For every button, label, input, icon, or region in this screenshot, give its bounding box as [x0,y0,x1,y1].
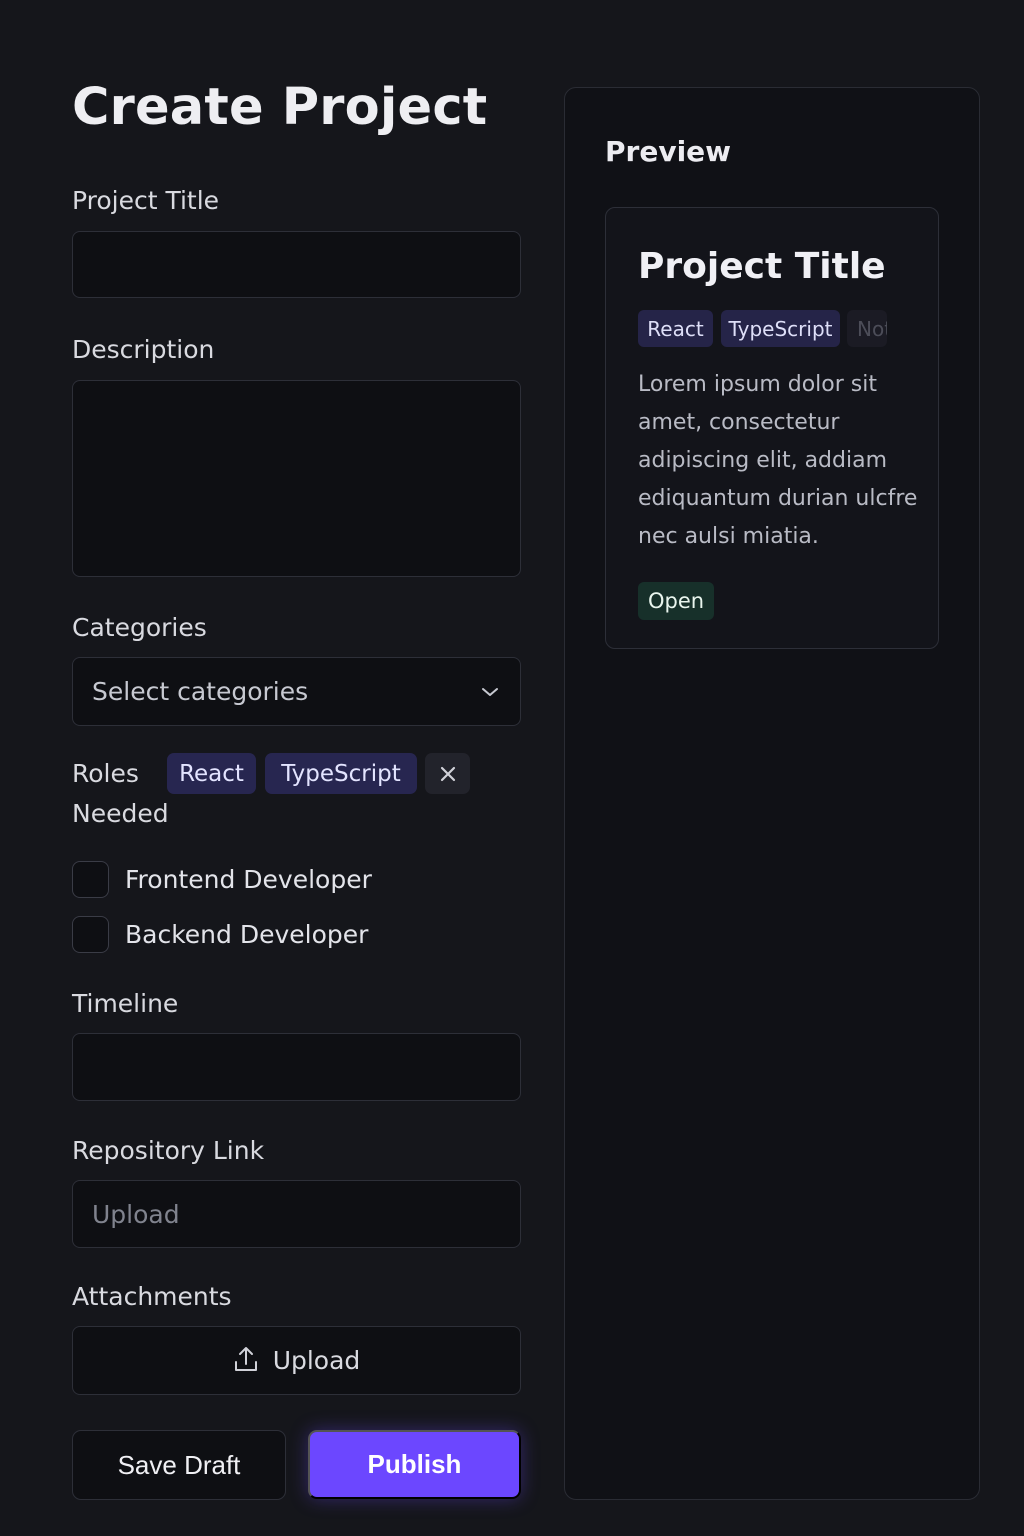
attachments-label: Attachments [72,1282,232,1311]
repository-link-label: Repository Link [72,1136,265,1165]
save-draft-button[interactable]: Save Draft [72,1430,286,1500]
status-badge: Open [638,582,715,620]
role-tag-react[interactable]: React [167,753,256,794]
upload-label: Upload [272,1346,361,1375]
timeline-input[interactable] [72,1033,521,1101]
close-icon[interactable] [425,753,470,794]
card-tag-faded: Not [847,310,887,347]
backend-checkbox[interactable] [72,915,109,953]
backend-label: Backend Developer [125,919,369,949]
repository-link-input[interactable] [72,1180,521,1248]
frontend-checkbox[interactable] [72,860,109,898]
create-project-page: Create Project Project Title Description… [0,0,1024,1536]
card-title: Project Title [638,246,886,287]
categories-placeholder: Select categories [92,677,309,706]
attachments-upload-button[interactable]: Upload [72,1326,521,1395]
timeline-label: Timeline [72,989,179,1018]
description-textarea[interactable] [72,380,521,577]
card-tag-react: React [638,310,713,347]
role-tag-typescript[interactable]: TypeScript [265,753,417,794]
project-preview-card: Project Title React TypeScript Not Lorem… [605,207,939,649]
project-title-label: Project Title [72,186,220,215]
chevron-down-icon [479,681,501,703]
role-option-frontend[interactable]: Frontend Developer [72,860,372,898]
project-title-input[interactable] [72,231,521,298]
roles-needed-label: Roles Needed [72,759,169,828]
preview-panel: Preview Project Title React TypeScript N… [564,87,980,1500]
role-option-backend[interactable]: Backend Developer [72,915,368,953]
categories-label: Categories [72,613,207,642]
card-description: Lorem ipsum dolor sit amet, consectetur … [638,372,918,549]
preview-heading: Preview [605,135,732,168]
description-label: Description [72,335,215,364]
categories-select[interactable]: Select categories [72,657,521,726]
card-tag-typescript: TypeScript [721,310,840,347]
upload-icon [233,1344,259,1378]
frontend-label: Frontend Developer [125,864,372,894]
publish-button[interactable]: Publish [308,1430,521,1499]
page-title: Create Project [72,78,488,137]
